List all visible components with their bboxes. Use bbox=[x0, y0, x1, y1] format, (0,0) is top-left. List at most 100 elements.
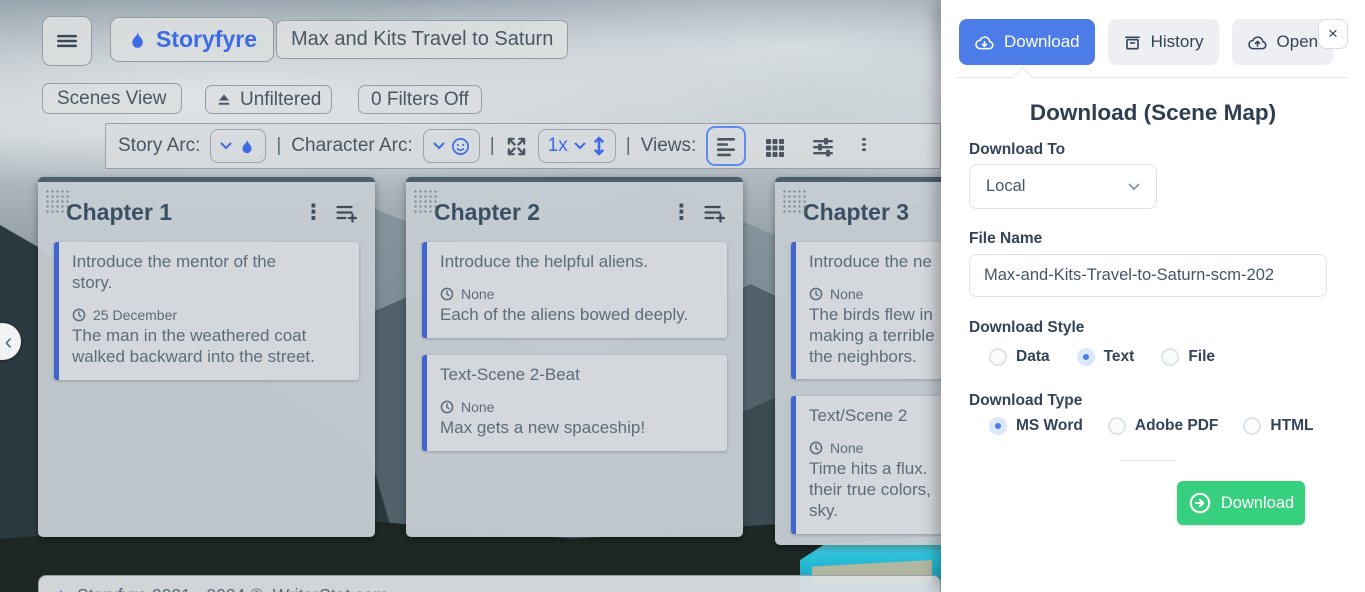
tab-download[interactable]: Download bbox=[959, 19, 1095, 65]
download-to-value: Local bbox=[986, 177, 1025, 196]
radio-data-label: Data bbox=[1016, 348, 1050, 366]
filter-eject-icon bbox=[216, 92, 232, 108]
chapter-card: Chapter 2 ⋮ Introduce the helpful aliens… bbox=[406, 177, 743, 537]
download-type-label: Download Type bbox=[969, 392, 1082, 410]
file-name-input[interactable] bbox=[969, 254, 1327, 297]
chevron-left-icon: ‹ bbox=[5, 330, 13, 353]
drag-handle-icon[interactable] bbox=[413, 189, 439, 215]
scene-card[interactable]: Introduce the mentor of the story. 25 De… bbox=[54, 242, 359, 380]
chevron-down-icon bbox=[220, 142, 232, 150]
chapter-title: Chapter 2 bbox=[434, 199, 661, 226]
radio-html-label: HTML bbox=[1270, 417, 1313, 435]
scene-description: Max gets a new spaceship! bbox=[440, 418, 714, 439]
radio-adobe-pdf-label: Adobe PDF bbox=[1135, 417, 1219, 435]
scene-date: None bbox=[830, 286, 863, 302]
view-columns-button[interactable] bbox=[852, 127, 890, 165]
chapter-menu-button[interactable]: ⋮ bbox=[293, 202, 334, 223]
view-list-button[interactable] bbox=[706, 126, 746, 166]
radio-ms-word-label: MS Word bbox=[1016, 417, 1083, 435]
add-scene-icon[interactable] bbox=[702, 202, 727, 224]
download-panel: Download History Open × Download (Scene … bbox=[941, 0, 1365, 592]
chapter-title: Chapter 1 bbox=[66, 199, 293, 226]
cloud-upload-icon bbox=[1247, 34, 1268, 51]
clock-icon bbox=[72, 308, 86, 322]
scene-date: 25 December bbox=[93, 307, 177, 323]
radio-html[interactable]: HTML bbox=[1243, 417, 1313, 435]
form-divider bbox=[1120, 460, 1176, 461]
story-title-text: Max and Kits Travel to Saturn bbox=[291, 28, 553, 51]
flame-icon bbox=[238, 136, 256, 157]
radio-adobe-pdf[interactable]: Adobe PDF bbox=[1108, 417, 1219, 435]
filters-count-badge[interactable]: 0 Filters Off bbox=[358, 85, 482, 114]
download-to-select[interactable]: Local bbox=[969, 164, 1157, 209]
chevron-down-icon bbox=[574, 142, 586, 150]
character-arc-select[interactable] bbox=[423, 129, 480, 163]
drag-handle-icon[interactable] bbox=[782, 189, 808, 215]
vertical-resize-icon[interactable] bbox=[592, 135, 606, 157]
scene-title: Text-Scene 2-Beat bbox=[440, 364, 714, 385]
radio-circle-selected[interactable] bbox=[1077, 348, 1095, 366]
download-to-label: Download To bbox=[969, 141, 1065, 159]
toolbar-divider: | bbox=[490, 135, 495, 157]
radio-circle-selected[interactable] bbox=[989, 417, 1007, 435]
flame-icon bbox=[127, 28, 148, 52]
tab-download-label: Download bbox=[1004, 32, 1080, 52]
views-label: Views: bbox=[641, 135, 697, 157]
clock-icon bbox=[440, 287, 454, 301]
clock-icon bbox=[440, 400, 454, 414]
chevron-down-icon bbox=[1128, 183, 1140, 191]
tab-open-label: Open bbox=[1277, 32, 1319, 52]
zoom-level: 1x bbox=[548, 135, 568, 157]
scene-card[interactable]: Introduce the helpful aliens. None Each … bbox=[422, 242, 727, 338]
scenes-view-label: Scenes View bbox=[57, 88, 167, 110]
footer-bar: Storyfyre 2021 - 2024 ©. WriterStat.com bbox=[38, 575, 941, 592]
drag-handle-icon[interactable] bbox=[45, 189, 71, 215]
radio-file[interactable]: File bbox=[1161, 348, 1215, 366]
tab-history[interactable]: History bbox=[1108, 19, 1219, 65]
chapter-menu-button[interactable]: ⋮ bbox=[661, 202, 702, 223]
story-title[interactable]: Max and Kits Travel to Saturn bbox=[276, 20, 568, 59]
radio-circle[interactable] bbox=[1243, 417, 1261, 435]
filter-status-badge[interactable]: Unfiltered bbox=[205, 85, 332, 114]
download-submit-button[interactable]: Download bbox=[1177, 481, 1305, 525]
scene-description: Each of the aliens bowed deeply. bbox=[440, 305, 714, 326]
flame-icon bbox=[53, 586, 69, 592]
radio-circle[interactable] bbox=[989, 348, 1007, 366]
close-panel-button[interactable]: × bbox=[1318, 19, 1348, 49]
chevron-down-icon bbox=[433, 142, 445, 150]
menu-button[interactable] bbox=[42, 16, 92, 66]
story-arc-label: Story Arc: bbox=[118, 135, 200, 157]
filter-status-label: Unfiltered bbox=[240, 89, 321, 111]
scene-title: Introduce the helpful aliens. bbox=[440, 251, 714, 272]
radio-circle[interactable] bbox=[1161, 348, 1179, 366]
story-arc-select[interactable] bbox=[210, 129, 266, 163]
expand-icon[interactable] bbox=[505, 135, 528, 158]
board-toolbar: Story Arc: | Character Arc: | 1x bbox=[105, 123, 941, 169]
view-sliders-button[interactable] bbox=[804, 127, 842, 165]
character-arc-label: Character Arc: bbox=[291, 135, 412, 157]
zoom-control[interactable]: 1x bbox=[538, 129, 616, 163]
chapter-card: Chapter 1 ⋮ Introduce the mentor of the … bbox=[38, 177, 375, 537]
app-logo[interactable]: Storyfyre bbox=[110, 17, 274, 62]
character-face-icon bbox=[451, 137, 470, 156]
radio-circle[interactable] bbox=[1108, 417, 1126, 435]
app-root: Storyfyre Max and Kits Travel to Saturn … bbox=[0, 0, 1365, 592]
add-scene-icon[interactable] bbox=[334, 202, 359, 224]
close-icon: × bbox=[1328, 24, 1338, 44]
panel-heading: Download (Scene Map) bbox=[941, 100, 1365, 126]
scene-description: The man in the weathered coat walked bac… bbox=[72, 326, 346, 367]
radio-text[interactable]: Text bbox=[1077, 348, 1135, 366]
clock-icon bbox=[809, 287, 823, 301]
view-grid-button[interactable] bbox=[756, 127, 794, 165]
radio-ms-word[interactable]: MS Word bbox=[989, 417, 1083, 435]
scene-card[interactable]: Text-Scene 2-Beat None Max gets a new sp… bbox=[422, 355, 727, 451]
circle-arrow-icon bbox=[1188, 491, 1212, 515]
radio-data[interactable]: Data bbox=[989, 348, 1050, 366]
scene-date: None bbox=[461, 286, 494, 302]
filters-count-label: 0 Filters Off bbox=[371, 89, 469, 111]
toolbar-divider: | bbox=[626, 135, 631, 157]
footer-text: Storyfyre 2021 - 2024 ©. WriterStat.com bbox=[77, 585, 388, 592]
scenes-view-badge[interactable]: Scenes View bbox=[42, 83, 182, 114]
download-style-label: Download Style bbox=[969, 319, 1084, 337]
toolbar-divider: | bbox=[276, 135, 281, 157]
